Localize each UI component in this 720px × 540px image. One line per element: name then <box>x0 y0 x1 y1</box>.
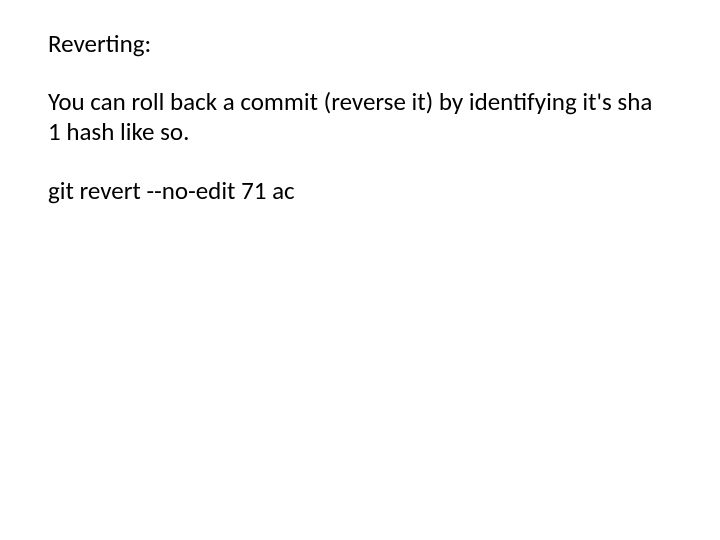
slide-container: Reverting: You can roll back a commit (r… <box>0 0 720 540</box>
slide-command-text: git revert --no-edit 71 ac <box>48 175 672 206</box>
slide-body-text: You can roll back a commit (reverse it) … <box>48 87 668 147</box>
slide-heading: Reverting: <box>48 28 672 59</box>
